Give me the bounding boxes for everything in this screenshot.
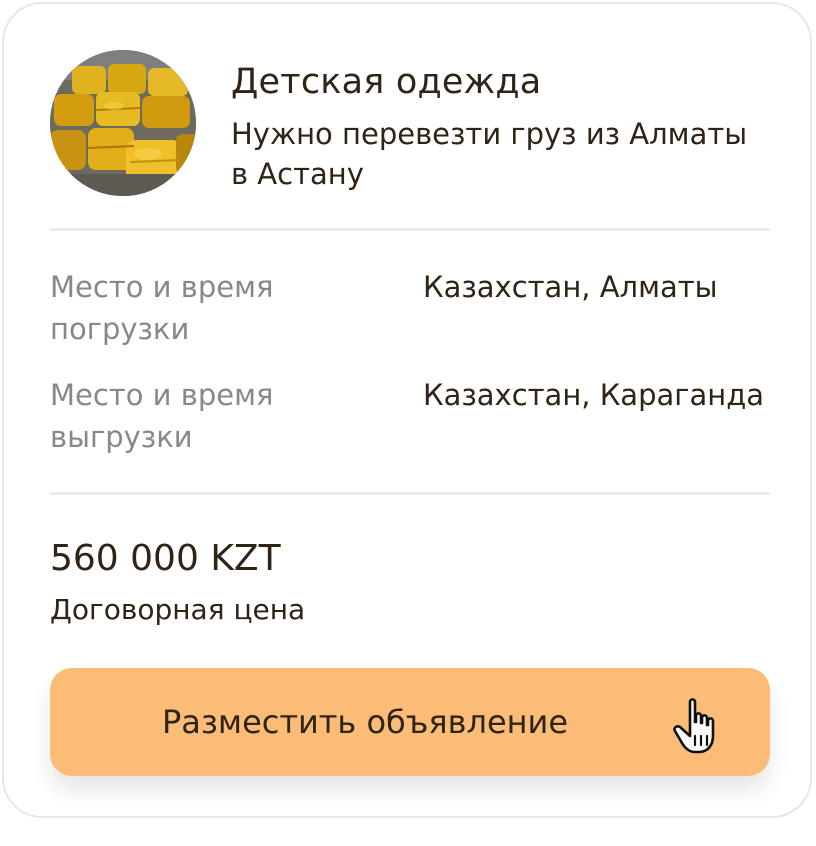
listing-subtitle: Нужно перевезти груз из Алматы в Астану xyxy=(231,117,748,191)
post-listing-button[interactable]: Разместить объявление xyxy=(50,668,770,776)
divider xyxy=(50,228,770,231)
hand-pointer-icon xyxy=(673,698,715,754)
loading-label: Место и время погрузки xyxy=(50,270,274,346)
unloading-label: Место и время выгрузки xyxy=(50,378,274,454)
cargo-bales-image xyxy=(50,50,196,196)
cargo-photo xyxy=(50,50,196,196)
post-listing-button-label: Разместить объявление xyxy=(162,703,569,741)
listing-card: Детская одежда Нужно перевезти груз из А… xyxy=(2,2,812,818)
unloading-value: Казахстан, Караганда xyxy=(423,378,765,412)
loading-value: Казахстан, Алматы xyxy=(423,270,718,304)
price-amount: 560 000 KZT xyxy=(50,538,281,579)
price-note: Договорная цена xyxy=(50,593,306,626)
divider xyxy=(50,492,770,495)
listing-title: Детская одежда xyxy=(231,62,542,102)
